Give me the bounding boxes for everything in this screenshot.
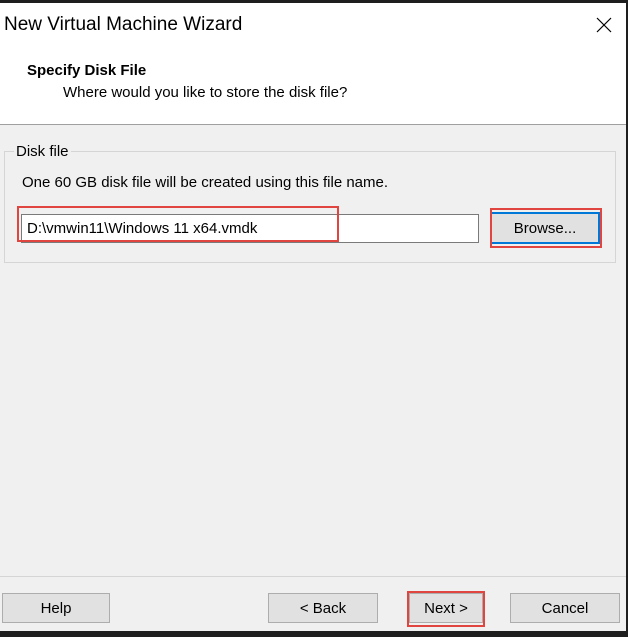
footer-divider bbox=[0, 576, 626, 577]
page-title: Specify Disk File bbox=[27, 62, 147, 79]
disk-file-description: One 60 GB disk file will be created usin… bbox=[22, 174, 389, 191]
window-title: New Virtual Machine Wizard bbox=[4, 14, 243, 35]
disk-file-group: Disk file One 60 GB disk file will be cr… bbox=[4, 143, 616, 263]
wizard-window: New Virtual Machine Wizard Specify Disk … bbox=[0, 3, 626, 631]
back-button[interactable]: < Back bbox=[268, 593, 378, 623]
disk-file-path-input[interactable] bbox=[21, 214, 479, 243]
wizard-header: Specify Disk File Where would you like t… bbox=[0, 49, 626, 125]
close-button[interactable] bbox=[582, 3, 626, 47]
next-button[interactable]: Next > bbox=[409, 593, 483, 623]
group-legend: Disk file bbox=[14, 143, 71, 160]
help-button[interactable]: Help bbox=[2, 593, 110, 623]
page-subtitle: Where would you like to store the disk f… bbox=[63, 84, 348, 101]
close-icon bbox=[596, 17, 612, 33]
cancel-button[interactable]: Cancel bbox=[510, 593, 620, 623]
title-bar: New Virtual Machine Wizard bbox=[0, 3, 626, 49]
browse-button[interactable]: Browse... bbox=[490, 212, 600, 244]
